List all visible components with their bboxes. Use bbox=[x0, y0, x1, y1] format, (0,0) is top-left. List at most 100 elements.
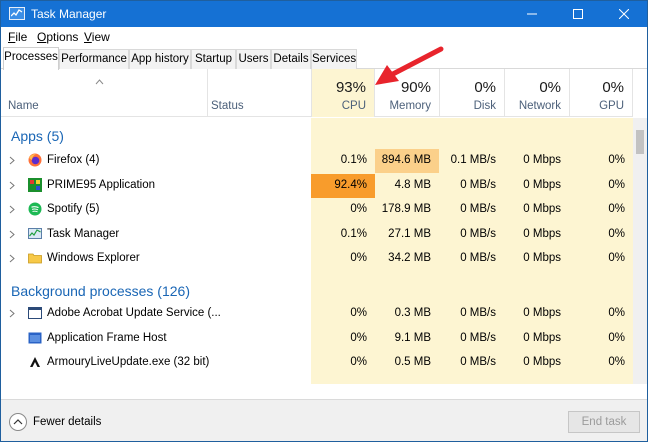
header-gpu[interactable]: 0% GPU bbox=[570, 69, 632, 117]
fewer-details-button[interactable]: Fewer details bbox=[9, 413, 101, 431]
menu-bar: File Options View bbox=[1, 27, 647, 47]
chevron-right-icon[interactable] bbox=[9, 254, 15, 266]
minimize-icon bbox=[527, 13, 537, 15]
header-name-column[interactable]: Name Status bbox=[1, 69, 311, 117]
chevron-right-icon[interactable] bbox=[9, 230, 15, 242]
cell-cpu: 0% bbox=[350, 331, 367, 344]
vertical-scrollbar[interactable] bbox=[633, 118, 647, 384]
maximize-button[interactable] bbox=[555, 1, 601, 27]
cell-memory: 34.2 MB bbox=[388, 252, 431, 264]
close-icon bbox=[619, 9, 629, 19]
group-apps-label: Apps (5) bbox=[11, 128, 64, 144]
process-name: Spotify (5) bbox=[47, 203, 100, 215]
header-disk-pct: 0% bbox=[474, 79, 496, 96]
tab-app-history[interactable]: App history bbox=[129, 49, 191, 69]
process-name: ArmouryLiveUpdate.exe (32 bit) bbox=[47, 356, 210, 368]
tab-strip: Processes Performance App history Startu… bbox=[1, 47, 647, 70]
title-bar: Task Manager bbox=[1, 1, 647, 27]
process-name: Adobe Acrobat Update Service (... bbox=[47, 307, 221, 319]
cell-gpu: 0% bbox=[608, 356, 625, 368]
process-row[interactable]: ArmouryLiveUpdate.exe (32 bit) 0% 0.5 MB 0 … bbox=[1, 351, 633, 375]
group-background-label: Background processes (126) bbox=[11, 283, 190, 299]
window-title: Task Manager bbox=[31, 7, 107, 21]
process-name: Application Frame Host bbox=[47, 331, 167, 344]
chevron-right-icon[interactable] bbox=[9, 309, 15, 321]
header-cpu[interactable]: 93% CPU bbox=[312, 69, 374, 117]
tab-users[interactable]: Users bbox=[236, 49, 271, 69]
header-name-label: Name bbox=[8, 100, 39, 112]
cell-network: 0 Mbps bbox=[523, 331, 561, 344]
tab-details[interactable]: Details bbox=[271, 49, 311, 69]
tab-performance[interactable]: Performance bbox=[59, 49, 129, 69]
menu-options-rest: ptions bbox=[46, 30, 79, 44]
cell-network: 0 Mbps bbox=[523, 356, 561, 368]
cell-memory: 27.1 MB bbox=[388, 227, 431, 240]
cell-memory: 0.3 MB bbox=[394, 307, 431, 319]
cell-disk: 0 MB/s bbox=[460, 307, 496, 319]
chevron-right-icon[interactable] bbox=[9, 156, 15, 168]
scrollbar-thumb[interactable] bbox=[636, 130, 644, 154]
minimize-button[interactable] bbox=[509, 1, 555, 27]
end-task-button[interactable]: End task bbox=[568, 411, 640, 433]
header-network-label: Network bbox=[518, 100, 561, 112]
process-row[interactable]: Spotify (5) 0% 178.9 MB 0 MB/s 0 Mbps 0% bbox=[1, 198, 633, 222]
cell-network: 0 Mbps bbox=[523, 178, 561, 191]
cell-disk: 0 MB/s bbox=[460, 227, 496, 240]
cell-gpu: 0% bbox=[608, 252, 625, 264]
cell-memory: 894.6 MB bbox=[375, 149, 439, 173]
cell-gpu: 0% bbox=[608, 307, 625, 319]
process-row[interactable]: Application Frame Host 0% 9.1 MB 0 MB/s 0 Mb… bbox=[1, 327, 633, 351]
service-window-icon bbox=[28, 306, 42, 320]
process-row[interactable]: Firefox (4) 0.1% 894.6 MB 0.1 MB/s 0 Mbps 0% bbox=[1, 149, 633, 173]
group-header-apps[interactable]: Apps (5) bbox=[1, 124, 633, 148]
tab-services[interactable]: Services bbox=[311, 49, 357, 69]
process-name: PRIME95 Application bbox=[47, 178, 156, 191]
prime95-icon bbox=[28, 177, 42, 192]
header-scroll-spacer bbox=[633, 69, 647, 117]
cell-gpu: 0% bbox=[608, 154, 625, 166]
menu-view[interactable]: View bbox=[84, 30, 110, 44]
spotify-icon bbox=[28, 202, 42, 216]
cell-cpu: 0% bbox=[350, 252, 367, 264]
header-gpu-pct: 0% bbox=[602, 79, 624, 96]
footer-bar: Fewer details End task bbox=[1, 399, 647, 441]
cell-disk: 0 MB/s bbox=[460, 178, 496, 191]
cell-memory: 4.8 MB bbox=[394, 178, 431, 191]
tab-processes[interactable]: Processes bbox=[3, 47, 59, 70]
cell-gpu: 0% bbox=[608, 203, 625, 215]
process-row[interactable]: PRIME95 Application 92.4% 4.8 MB 0 MB/s 0 Mb… bbox=[1, 173, 633, 198]
cell-memory: 178.9 MB bbox=[381, 203, 431, 215]
cell-network: 0 Mbps bbox=[523, 252, 561, 264]
app-frame-icon bbox=[28, 331, 42, 345]
task-manager-app-icon bbox=[9, 7, 25, 20]
process-row[interactable]: Task Manager 0.1% 27.1 MB 0 MB/s 0 Mbps 0% bbox=[1, 223, 633, 247]
close-button[interactable] bbox=[601, 1, 647, 27]
header-memory-label: Memory bbox=[389, 100, 431, 112]
header-gpu-label: GPU bbox=[599, 100, 624, 112]
header-disk-label: Disk bbox=[473, 100, 496, 112]
header-disk[interactable]: 0% Disk bbox=[440, 69, 504, 117]
process-name: Task Manager bbox=[47, 227, 120, 240]
column-header: Name Status 93% CPU 90% Memory 0% Disk 0… bbox=[1, 69, 647, 117]
menu-view-mnemonic: V bbox=[84, 30, 92, 44]
cell-gpu: 0% bbox=[608, 331, 625, 344]
cell-cpu: 92.4% bbox=[311, 173, 375, 198]
chevron-right-icon[interactable] bbox=[9, 205, 15, 217]
cell-gpu: 0% bbox=[608, 227, 625, 240]
chevron-right-icon[interactable] bbox=[9, 181, 15, 193]
cell-disk: 0.1 MB/s bbox=[450, 154, 496, 166]
process-name: Firefox (4) bbox=[47, 154, 100, 166]
header-network-pct: 0% bbox=[539, 79, 561, 96]
process-row[interactable]: Adobe Acrobat Update Service (... 0% 0.3 M… bbox=[1, 302, 633, 326]
cell-disk: 0 MB/s bbox=[460, 356, 496, 368]
cell-network: 0 Mbps bbox=[523, 203, 561, 215]
cell-network: 0 Mbps bbox=[523, 154, 561, 166]
tab-startup[interactable]: Startup bbox=[191, 49, 236, 69]
process-row[interactable]: Windows Explorer 0% 34.2 MB 0 MB/s 0 Mbps 0% bbox=[1, 247, 633, 271]
menu-options[interactable]: Options bbox=[37, 30, 78, 44]
menu-file[interactable]: File bbox=[8, 30, 27, 44]
header-network[interactable]: 0% Network bbox=[505, 69, 569, 117]
group-header-background[interactable]: Background processes (126) bbox=[1, 278, 633, 302]
header-divider bbox=[207, 69, 208, 117]
asus-icon bbox=[28, 355, 42, 369]
